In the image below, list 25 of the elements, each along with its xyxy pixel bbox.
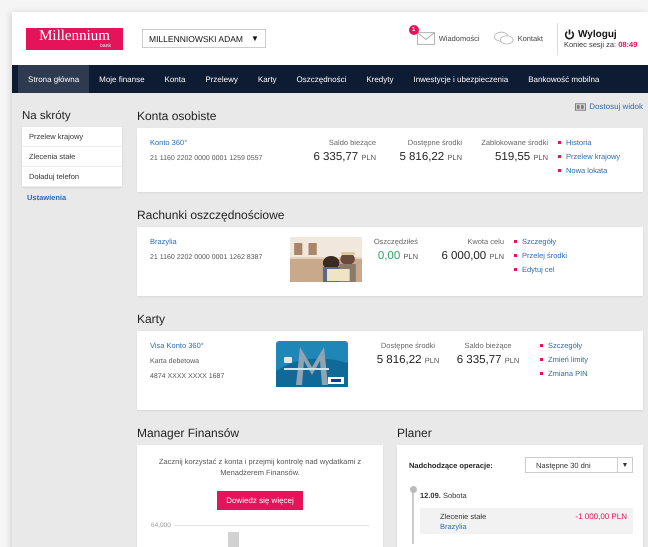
- nav-tab[interactable]: Karty: [248, 65, 287, 93]
- power-icon: [564, 28, 575, 40]
- nav-tab[interactable]: Konta: [154, 65, 196, 93]
- nav-tab[interactable]: Inwestycje i ubezpieczenia: [403, 65, 518, 93]
- chat-bubbles-icon: [494, 31, 514, 46]
- layout-icon: [575, 102, 586, 110]
- operation-amount: -1 000,00 PLN: [575, 512, 627, 523]
- envelope-icon: [416, 32, 435, 45]
- section-title: Rachunki oszczędnościowe: [137, 208, 284, 222]
- nav-tab[interactable]: Oszczędności: [286, 65, 356, 93]
- section-title: Manager Finansów: [137, 426, 240, 440]
- nav-tab[interactable]: Moje finanse: [89, 65, 155, 93]
- timeline-line: [412, 488, 414, 544]
- sidebar-title: Na skróty: [22, 110, 72, 122]
- nav-tab[interactable]: Przelewy: [195, 65, 248, 93]
- logout-button[interactable]: Wyloguj: [564, 28, 648, 40]
- user-select[interactable]: MILLENNIOWSKI ADAM ▼: [142, 29, 266, 48]
- section-title: Planer: [397, 426, 432, 440]
- nav-tab[interactable]: Kredyty: [356, 65, 404, 93]
- nav-tab[interactable]: Strona główna: [18, 65, 90, 93]
- section-title: Konta osobiste: [137, 109, 216, 123]
- section-title: Karty: [137, 312, 166, 326]
- customize-link[interactable]: Dostosuj widok: [575, 102, 643, 111]
- nav-tab[interactable]: Bankowość mobilna: [518, 65, 610, 93]
- learn-more-button[interactable]: Dowiedz się więcej: [217, 490, 303, 510]
